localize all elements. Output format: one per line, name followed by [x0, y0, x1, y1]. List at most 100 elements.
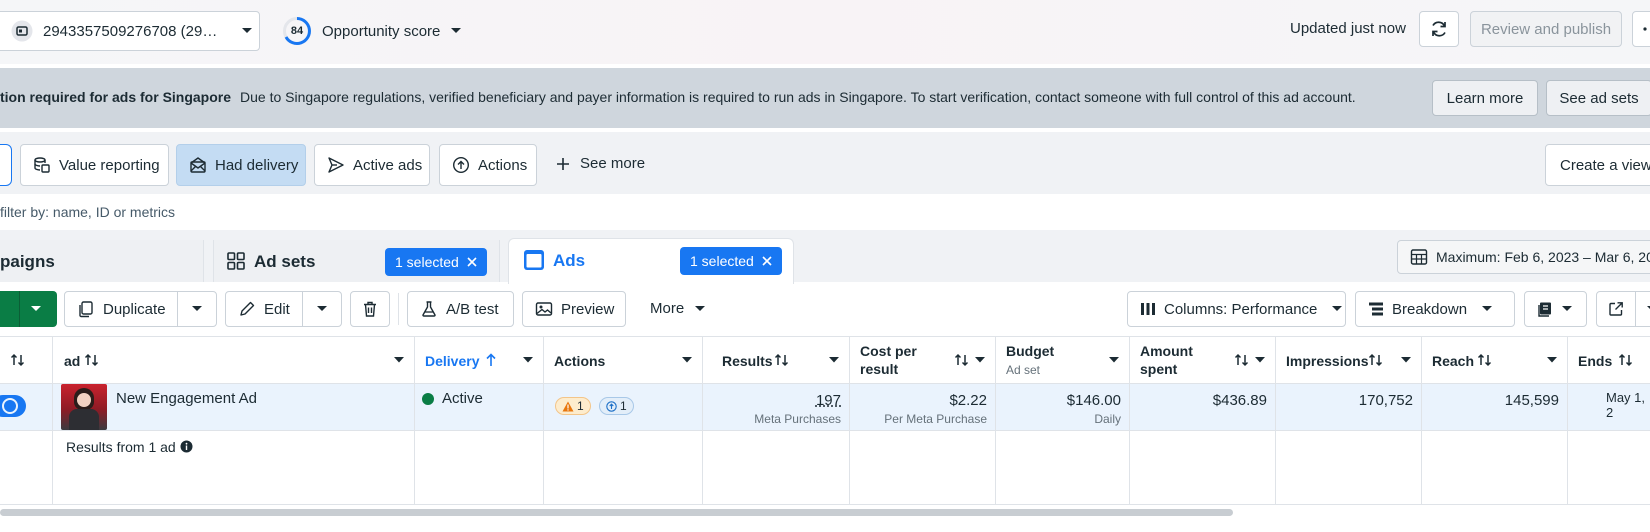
- chip-partial[interactable]: [0, 144, 12, 186]
- summary-budget-cell: [996, 431, 1130, 505]
- tab-ads[interactable]: Ads 1 selected: [508, 238, 794, 284]
- opportunity-score[interactable]: 84 Opportunity score: [282, 14, 462, 48]
- column-menu-icon[interactable]: [1255, 357, 1265, 363]
- reports-button[interactable]: [1524, 291, 1587, 327]
- review-publish-button[interactable]: Review and publish: [1470, 11, 1622, 47]
- chevron-down-icon: [316, 305, 328, 313]
- sort-icon: [84, 353, 100, 367]
- score-value: 84: [290, 25, 304, 37]
- warning-badge[interactable]: 1: [555, 397, 591, 415]
- chevron-down-icon: [694, 305, 706, 313]
- score-ring: 84: [282, 16, 312, 46]
- info-icon[interactable]: [180, 440, 193, 453]
- see-more-button[interactable]: See more: [556, 155, 645, 172]
- more-label: More: [650, 300, 685, 317]
- col-cost-label-2: result: [860, 361, 899, 377]
- scrollbar-thumb[interactable]: [0, 509, 1233, 516]
- column-menu-icon[interactable]: [682, 357, 692, 363]
- ab-test-button[interactable]: A/B test: [407, 291, 514, 327]
- create-view-label: Create a view: [1560, 156, 1650, 174]
- learn-more-button[interactable]: Learn more: [1432, 80, 1538, 116]
- columns-icon: [1140, 301, 1156, 317]
- duplicate-dropdown[interactable]: [177, 291, 217, 327]
- col-budget-header[interactable]: Budget Ad set: [996, 336, 1130, 384]
- search-input[interactable]: [0, 198, 900, 226]
- account-selector[interactable]: 2943357509276708 (29…: [0, 11, 260, 51]
- duplicate-label: Duplicate: [103, 300, 166, 318]
- external-link-icon: [1608, 301, 1624, 317]
- table-row-ad-cell[interactable]: New Engagement Ad: [53, 384, 415, 431]
- ad-toggle[interactable]: [0, 395, 26, 417]
- table-row-budget: $146.00 Daily: [996, 384, 1130, 431]
- ad-sets-selected-label: 1 selected: [395, 254, 459, 270]
- ad-sets-selected-badge[interactable]: 1 selected: [385, 248, 487, 276]
- column-menu-icon[interactable]: [523, 357, 533, 363]
- col-impressions-header[interactable]: Impressions: [1276, 336, 1422, 384]
- col-ad-label: ad: [64, 353, 81, 369]
- chip-active-ads-label: Active ads: [353, 156, 423, 174]
- ads-selected-badge[interactable]: 1 selected: [680, 247, 782, 275]
- more-options-button[interactable]: [1632, 11, 1650, 47]
- breakdown-label: Breakdown: [1392, 300, 1468, 318]
- col-ends-header[interactable]: Ends: [1568, 336, 1650, 384]
- col-results-header[interactable]: Results: [703, 336, 850, 384]
- date-range-button[interactable]: Maximum: Feb 6, 2023 – Mar 6, 20: [1397, 240, 1650, 274]
- close-icon[interactable]: [467, 257, 477, 267]
- more-button[interactable]: More: [650, 300, 706, 317]
- chevron-down-icon[interactable]: [30, 305, 42, 313]
- col-delivery-header[interactable]: Delivery: [415, 336, 544, 384]
- table-row-reach: 145,599: [1422, 384, 1568, 431]
- value-stack-icon: [33, 156, 51, 174]
- chip-value-reporting[interactable]: Value reporting: [20, 144, 169, 186]
- tab-ad-sets[interactable]: Ad sets 1 selected: [213, 240, 500, 282]
- col-reach-header[interactable]: Reach: [1422, 336, 1568, 384]
- col-budget-sublabel: Ad set: [1006, 363, 1041, 377]
- col-toggle-header[interactable]: [0, 336, 53, 384]
- tab-campaigns[interactable]: paigns: [0, 240, 204, 282]
- column-menu-icon[interactable]: [975, 357, 985, 363]
- duplicate-button[interactable]: Duplicate: [64, 291, 178, 327]
- export-dropdown[interactable]: [1635, 291, 1650, 327]
- col-actions-header[interactable]: Actions: [544, 336, 703, 384]
- ad-name[interactable]: New Engagement Ad: [116, 390, 257, 407]
- columns-button[interactable]: Columns: Performance: [1127, 291, 1346, 327]
- summary-reach-cell: [1422, 431, 1568, 505]
- sort-icon: [1234, 353, 1250, 367]
- edit-button[interactable]: Edit: [225, 291, 303, 327]
- table-row-delivery: Active: [415, 384, 544, 431]
- column-menu-icon[interactable]: [1401, 357, 1411, 363]
- col-spent-header[interactable]: Amount spent: [1130, 336, 1276, 384]
- send-icon: [327, 156, 345, 174]
- delete-button[interactable]: [350, 291, 390, 327]
- column-menu-icon[interactable]: [1109, 357, 1119, 363]
- col-ad-header[interactable]: ad: [53, 336, 415, 384]
- table-row-toggle[interactable]: [0, 384, 53, 431]
- column-menu-icon[interactable]: [394, 357, 404, 363]
- create-button[interactable]: [0, 291, 57, 327]
- chevron-down-icon: [450, 27, 462, 35]
- see-more-label: See more: [580, 155, 646, 172]
- toolbar-divider: [398, 293, 399, 325]
- chevron-down-icon: [1331, 305, 1343, 313]
- close-icon[interactable]: [762, 256, 772, 266]
- col-cost-header[interactable]: Cost per result: [850, 336, 996, 384]
- breakdown-button[interactable]: Breakdown: [1355, 291, 1515, 327]
- create-view-button[interactable]: Create a view: [1545, 144, 1650, 186]
- results-value[interactable]: 197: [816, 392, 841, 409]
- refresh-button[interactable]: [1419, 11, 1459, 47]
- ends-value: May 1, 2: [1606, 390, 1646, 420]
- export-button[interactable]: [1596, 291, 1636, 327]
- chip-active-ads[interactable]: Active ads: [314, 144, 430, 186]
- edit-label: Edit: [264, 300, 290, 318]
- see-ad-sets-button[interactable]: See ad sets: [1546, 80, 1650, 116]
- chip-had-delivery[interactable]: Had delivery: [176, 144, 306, 186]
- date-range-label: Maximum: Feb 6, 2023 – Mar 6, 20: [1436, 249, 1650, 265]
- breakdown-icon: [1368, 301, 1384, 317]
- chip-actions[interactable]: Actions: [439, 144, 537, 186]
- column-menu-icon[interactable]: [1547, 357, 1557, 363]
- info-badge[interactable]: 1: [599, 397, 634, 415]
- edit-dropdown[interactable]: [302, 291, 342, 327]
- preview-button[interactable]: Preview: [522, 291, 626, 327]
- upload-circle-icon: [606, 400, 617, 412]
- column-menu-icon[interactable]: [829, 357, 839, 363]
